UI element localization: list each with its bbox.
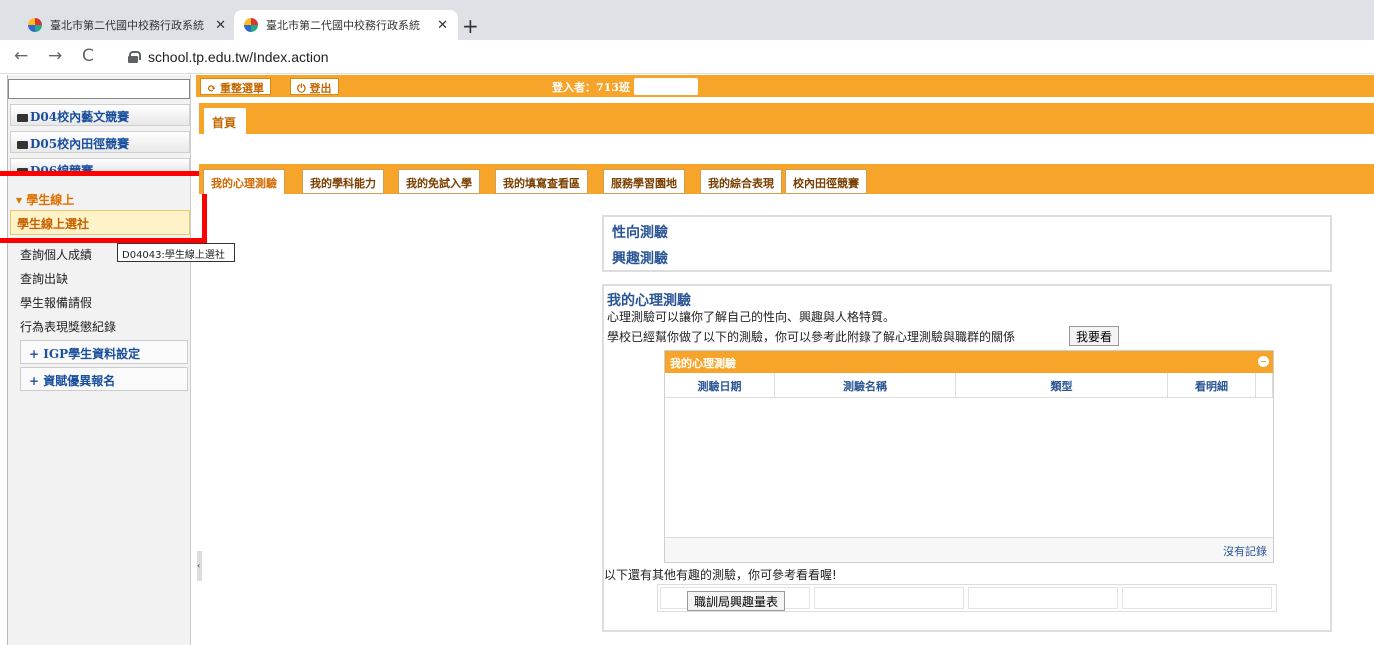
tab-my-academic[interactable]: 我的學科能力 <box>302 169 384 194</box>
panel-description: 心理測驗可以讓你了解自己的性向、興趣與人格特質。 <box>607 310 896 324</box>
tab-my-fill-view[interactable]: 我的填寫查看區 <box>495 169 588 194</box>
close-tab-icon[interactable]: ✕ <box>437 18 448 33</box>
collapse-icon[interactable] <box>1258 356 1269 367</box>
sidebar-link-conduct[interactable]: 行為表現獎懲紀錄 <box>20 318 116 335</box>
other-test-cell <box>968 587 1118 609</box>
tab-home[interactable]: 首頁 <box>204 108 246 134</box>
site-favicon-icon <box>244 18 258 32</box>
new-tab-button[interactable]: + <box>462 14 479 38</box>
site-favicon-icon <box>28 18 42 32</box>
login-info: 登入者：713班 <box>552 81 630 94</box>
vocational-interest-button[interactable]: 職訓局興趣量表 <box>687 591 786 611</box>
top-action-bar: ⟳ 重整選單 ⏻ 登出 登入者：713班 <box>196 75 1374 97</box>
browser-tab[interactable]: 臺北市第二代國中校務行政系統 ✕ <box>18 10 236 40</box>
sidebar-group-d05[interactable]: D05校內田徑競賽 <box>10 131 190 153</box>
sidebar-group-label: D05校內田徑競賽 <box>30 137 130 151</box>
sidebar-search-input[interactable] <box>8 79 190 99</box>
psych-test-grid: 我的心理測驗 測驗日期 測驗名稱 類型 看明細 沒有記錄 <box>664 350 1274 563</box>
other-test-cell: 職訓局興趣量表 <box>660 587 810 611</box>
other-test-cell <box>814 587 964 609</box>
tab-my-exam-free[interactable]: 我的免試入學 <box>398 169 480 194</box>
sidebar: D04校內藝文競賽 D05校內田徑競賽 D06線競賽 ▾ 學生線上 學生線上選社… <box>7 75 202 645</box>
panel-description-2: 學校已經幫你做了以下的測驗，你可以參考此附錄了解心理測驗與職群的關係 <box>607 330 1016 344</box>
sidebar-collapse-handle[interactable]: ‹ <box>197 551 202 581</box>
tab-track-meet[interactable]: 校內田徑競賽 <box>785 169 867 194</box>
aptitude-test-link[interactable]: 性向測驗 <box>612 222 668 242</box>
more-tests-text: 以下還有其他有趣的測驗，你可參考看看喔! <box>604 568 837 582</box>
column-header-type[interactable]: 類型 <box>956 373 1168 398</box>
sidebar-link-leave[interactable]: 學生報備請假 <box>20 294 92 311</box>
browser-toolbar: ← → C school.tp.edu.tw/Index.action <box>0 40 1374 74</box>
sidebar-box-igp[interactable]: + IGP學生資料設定 <box>20 340 188 364</box>
column-header-detail[interactable]: 看明細 <box>1168 373 1256 398</box>
panel-title: 我的心理測驗 <box>607 293 691 309</box>
sidebar-group-label: D04校內藝文競賽 <box>30 110 130 124</box>
tab-title: 臺北市第二代國中校務行政系統 <box>266 19 420 32</box>
grid-title: 我的心理測驗 <box>665 351 1273 373</box>
other-tests-row: 職訓局興趣量表 <box>657 584 1277 612</box>
back-arrow-icon[interactable]: ← <box>14 46 28 66</box>
address-bar[interactable]: school.tp.edu.tw/Index.action <box>148 49 329 65</box>
tab-title: 臺北市第二代國中校務行政系統 <box>50 19 204 32</box>
refresh-menu-button[interactable]: ⟳ 重整選單 <box>200 78 272 95</box>
reload-icon[interactable]: C <box>82 46 94 66</box>
browser-tabstrip: 臺北市第二代國中校務行政系統 ✕ 臺北市第二代國中校務行政系統 ✕ + <box>0 0 1374 40</box>
column-header-spacer <box>1256 373 1273 398</box>
redacted-name <box>634 78 698 95</box>
sidebar-link-grades[interactable]: 查詢個人成績 <box>20 246 92 263</box>
view-appendix-button[interactable]: 我要看 <box>1069 326 1120 346</box>
lock-icon <box>128 51 141 63</box>
refresh-menu-label: 重整選單 <box>220 82 265 95</box>
folder-icon <box>17 140 28 149</box>
grid-title-label: 我的心理測驗 <box>670 357 736 370</box>
grid-empty-status: 沒有記錄 <box>665 537 1273 562</box>
tooltip: D04043:學生線上選社 <box>117 243 235 262</box>
sidebar-group-d06[interactable]: D06線競賽 <box>10 158 190 172</box>
tab-my-psych-test[interactable]: 我的心理測驗 <box>203 169 285 194</box>
highlight-annotation <box>0 171 207 243</box>
psych-test-panel: 我的心理測驗 心理測驗可以讓你了解自己的性向、興趣與人格特質。 學校已經幫你做了… <box>602 284 1332 632</box>
tab-my-overall[interactable]: 我的綜合表現 <box>700 169 782 194</box>
sidebar-box-label: 資賦優異報名 <box>43 374 116 388</box>
folder-icon <box>17 113 28 122</box>
page-tabbar: 我的心理測驗 我的學科能力 我的免試入學 我的填寫查看區 服務學習園地 我的綜合… <box>199 164 1374 194</box>
main-tabbar: 首頁 <box>199 103 1374 134</box>
browser-tab-active[interactable]: 臺北市第二代國中校務行政系統 ✕ <box>234 10 458 40</box>
column-header-name[interactable]: 測驗名稱 <box>775 373 956 398</box>
sidebar-box-label: IGP學生資料設定 <box>43 347 141 361</box>
forward-arrow-icon[interactable]: → <box>48 46 62 66</box>
sidebar-link-attendance[interactable]: 查詢出缺 <box>20 270 68 287</box>
test-links-panel: 性向測驗 興趣測驗 <box>602 215 1332 272</box>
close-tab-icon[interactable]: ✕ <box>215 18 226 33</box>
column-header-date[interactable]: 測驗日期 <box>665 373 775 398</box>
sidebar-group-d04[interactable]: D04校內藝文競賽 <box>10 104 190 126</box>
interest-test-link[interactable]: 興趣測驗 <box>612 248 668 268</box>
logout-button[interactable]: ⏻ 登出 <box>290 78 339 95</box>
logout-label: 登出 <box>309 82 332 95</box>
other-test-cell <box>1122 587 1272 609</box>
tab-service-learning[interactable]: 服務學習園地 <box>603 169 685 194</box>
sidebar-box-gifted[interactable]: + 資賦優異報名 <box>20 367 188 391</box>
